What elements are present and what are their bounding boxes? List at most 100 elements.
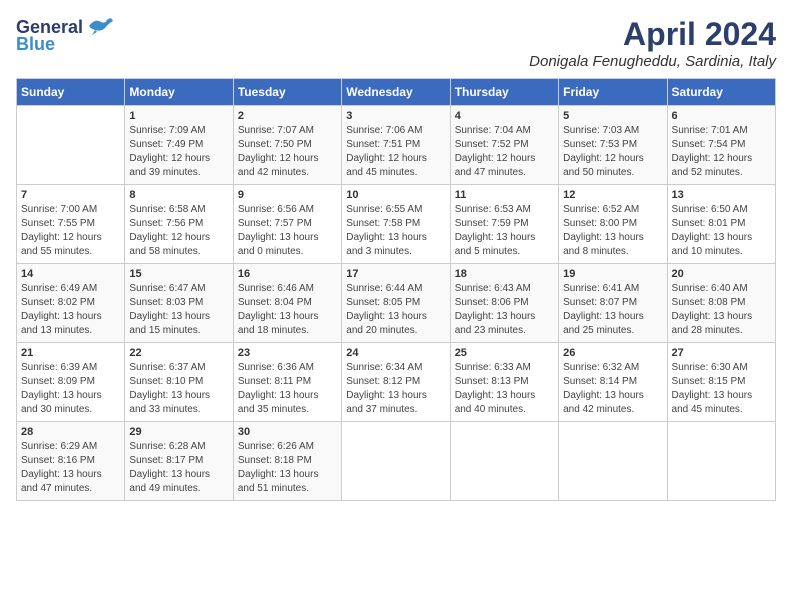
calendar-cell: 14 Sunrise: 6:49 AMSunset: 8:02 PMDayligh… — [17, 264, 125, 343]
day-number: 25 — [455, 347, 554, 359]
day-info: Sunrise: 6:55 AMSunset: 7:58 PMDaylight:… — [346, 204, 427, 257]
calendar-cell — [450, 422, 558, 501]
calendar-cell: 27 Sunrise: 6:30 AMSunset: 8:15 PMDayligh… — [667, 343, 775, 422]
day-number: 14 — [21, 268, 120, 280]
day-info: Sunrise: 6:43 AMSunset: 8:06 PMDaylight:… — [455, 283, 536, 336]
day-info: Sunrise: 6:46 AMSunset: 8:04 PMDaylight:… — [238, 283, 319, 336]
calendar-cell: 20Sunrise: 6:40 AMSunset: 8:08 PMDayligh… — [667, 264, 775, 343]
calendar-table: SundayMondayTuesdayWednesdayThursdayFrid… — [16, 78, 776, 501]
day-info: Sunrise: 6:49 AMSunset: 8:02 PMDaylight:… — [21, 283, 102, 336]
month-title: April 2024 — [529, 16, 776, 53]
calendar-cell: 4 Sunrise: 7:04 AMSunset: 7:52 PMDaylight… — [450, 106, 558, 185]
calendar-cell: 26 Sunrise: 6:32 AMSunset: 8:14 PMDayligh… — [559, 343, 667, 422]
title-area: April 2024 Donigala Fenugheddu, Sardinia… — [529, 16, 776, 70]
day-info: Sunrise: 6:29 AMSunset: 8:16 PMDaylight:… — [21, 441, 102, 494]
day-number: 22 — [129, 347, 228, 359]
day-info: Sunrise: 6:53 AMSunset: 7:59 PMDaylight:… — [455, 204, 536, 257]
calendar-week-row: 7Sunrise: 7:00 AMSunset: 7:55 PMDaylight… — [17, 185, 776, 264]
day-info: Sunrise: 7:06 AMSunset: 7:51 PMDaylight:… — [346, 125, 427, 178]
calendar-cell — [559, 422, 667, 501]
calendar-header-row: SundayMondayTuesdayWednesdayThursdayFrid… — [17, 79, 776, 106]
calendar-cell: 18 Sunrise: 6:43 AMSunset: 8:06 PMDayligh… — [450, 264, 558, 343]
calendar-cell: 29Sunrise: 6:28 AMSunset: 8:17 PMDayligh… — [125, 422, 233, 501]
day-info: Sunrise: 7:00 AMSunset: 7:55 PMDaylight:… — [21, 204, 102, 257]
day-number: 27 — [672, 347, 771, 359]
page-header: General Blue April 2024 Donigala Fenughe… — [16, 16, 776, 70]
day-number: 9 — [238, 189, 337, 201]
day-number: 19 — [563, 268, 662, 280]
day-info: Sunrise: 6:52 AMSunset: 8:00 PMDaylight:… — [563, 204, 644, 257]
calendar-cell: 30Sunrise: 6:26 AMSunset: 8:18 PMDayligh… — [233, 422, 341, 501]
day-number: 18 — [455, 268, 554, 280]
day-number: 28 — [21, 426, 120, 438]
calendar-week-row: 14 Sunrise: 6:49 AMSunset: 8:02 PMDayligh… — [17, 264, 776, 343]
logo: General Blue — [16, 16, 113, 55]
day-number: 2 — [238, 110, 337, 122]
calendar-week-row: 28 Sunrise: 6:29 AMSunset: 8:16 PMDayligh… — [17, 422, 776, 501]
header-tuesday: Tuesday — [233, 79, 341, 106]
day-number: 13 — [672, 189, 771, 201]
day-number: 5 — [563, 110, 662, 122]
day-info: Sunrise: 6:34 AMSunset: 8:12 PMDaylight:… — [346, 362, 427, 415]
day-number: 16 — [238, 268, 337, 280]
header-monday: Monday — [125, 79, 233, 106]
day-info: Sunrise: 6:44 AMSunset: 8:05 PMDaylight:… — [346, 283, 427, 336]
calendar-cell: 10 Sunrise: 6:55 AMSunset: 7:58 PMDayligh… — [342, 185, 450, 264]
day-number: 23 — [238, 347, 337, 359]
day-info: Sunrise: 6:50 AMSunset: 8:01 PMDaylight:… — [672, 204, 753, 257]
calendar-cell: 11 Sunrise: 6:53 AMSunset: 7:59 PMDayligh… — [450, 185, 558, 264]
calendar-cell: 7Sunrise: 7:00 AMSunset: 7:55 PMDaylight… — [17, 185, 125, 264]
calendar-cell: 8 Sunrise: 6:58 AMSunset: 7:56 PMDaylight… — [125, 185, 233, 264]
header-friday: Friday — [559, 79, 667, 106]
day-number: 4 — [455, 110, 554, 122]
day-info: Sunrise: 6:33 AMSunset: 8:13 PMDaylight:… — [455, 362, 536, 415]
day-info: Sunrise: 6:39 AMSunset: 8:09 PMDaylight:… — [21, 362, 102, 415]
day-number: 17 — [346, 268, 445, 280]
calendar-cell: 3 Sunrise: 7:06 AMSunset: 7:51 PMDaylight… — [342, 106, 450, 185]
day-number: 11 — [455, 189, 554, 201]
day-info: Sunrise: 6:47 AMSunset: 8:03 PMDaylight:… — [129, 283, 210, 336]
day-number: 15 — [129, 268, 228, 280]
day-info: Sunrise: 6:36 AMSunset: 8:11 PMDaylight:… — [238, 362, 319, 415]
header-thursday: Thursday — [450, 79, 558, 106]
calendar-cell: 17 Sunrise: 6:44 AMSunset: 8:05 PMDayligh… — [342, 264, 450, 343]
day-info: Sunrise: 7:04 AMSunset: 7:52 PMDaylight:… — [455, 125, 536, 178]
calendar-cell: 16 Sunrise: 6:46 AMSunset: 8:04 PMDayligh… — [233, 264, 341, 343]
day-info: Sunrise: 6:30 AMSunset: 8:15 PMDaylight:… — [672, 362, 753, 415]
day-info: Sunrise: 6:32 AMSunset: 8:14 PMDaylight:… — [563, 362, 644, 415]
day-number: 26 — [563, 347, 662, 359]
calendar-cell: 2Sunrise: 7:07 AMSunset: 7:50 PMDaylight… — [233, 106, 341, 185]
calendar-cell: 25 Sunrise: 6:33 AMSunset: 8:13 PMDayligh… — [450, 343, 558, 422]
day-info: Sunrise: 6:28 AMSunset: 8:17 PMDaylight:… — [129, 441, 210, 494]
day-number: 10 — [346, 189, 445, 201]
calendar-cell: 15 Sunrise: 6:47 AMSunset: 8:03 PMDayligh… — [125, 264, 233, 343]
header-wednesday: Wednesday — [342, 79, 450, 106]
day-info: Sunrise: 7:03 AMSunset: 7:53 PMDaylight:… — [563, 125, 644, 178]
calendar-cell — [667, 422, 775, 501]
logo-bird-icon — [85, 16, 113, 38]
day-info: Sunrise: 7:01 AMSunset: 7:54 PMDaylight:… — [672, 125, 753, 178]
calendar-cell — [342, 422, 450, 501]
calendar-cell — [17, 106, 125, 185]
day-info: Sunrise: 6:37 AMSunset: 8:10 PMDaylight:… — [129, 362, 210, 415]
day-number: 21 — [21, 347, 120, 359]
day-info: Sunrise: 6:58 AMSunset: 7:56 PMDaylight:… — [129, 204, 210, 257]
day-number: 12 — [563, 189, 662, 201]
calendar-week-row: 21 Sunrise: 6:39 AMSunset: 8:09 PMDayligh… — [17, 343, 776, 422]
day-number: 24 — [346, 347, 445, 359]
calendar-cell: 12 Sunrise: 6:52 AMSunset: 8:00 PMDayligh… — [559, 185, 667, 264]
day-info: Sunrise: 6:41 AMSunset: 8:07 PMDaylight:… — [563, 283, 644, 336]
day-number: 3 — [346, 110, 445, 122]
calendar-cell: 21 Sunrise: 6:39 AMSunset: 8:09 PMDayligh… — [17, 343, 125, 422]
day-info: Sunrise: 7:09 AMSunset: 7:49 PMDaylight:… — [129, 125, 210, 178]
location: Donigala Fenugheddu, Sardinia, Italy — [529, 53, 776, 70]
calendar-cell: 1 Sunrise: 7:09 AMSunset: 7:49 PMDaylight… — [125, 106, 233, 185]
day-info: Sunrise: 6:40 AMSunset: 8:08 PMDaylight:… — [672, 283, 753, 336]
day-number: 1 — [129, 110, 228, 122]
calendar-cell: 19 Sunrise: 6:41 AMSunset: 8:07 PMDayligh… — [559, 264, 667, 343]
calendar-cell: 5 Sunrise: 7:03 AMSunset: 7:53 PMDaylight… — [559, 106, 667, 185]
day-number: 8 — [129, 189, 228, 201]
calendar-cell: 13 Sunrise: 6:50 AMSunset: 8:01 PMDayligh… — [667, 185, 775, 264]
header-saturday: Saturday — [667, 79, 775, 106]
calendar-cell: 6Sunrise: 7:01 AMSunset: 7:54 PMDaylight… — [667, 106, 775, 185]
